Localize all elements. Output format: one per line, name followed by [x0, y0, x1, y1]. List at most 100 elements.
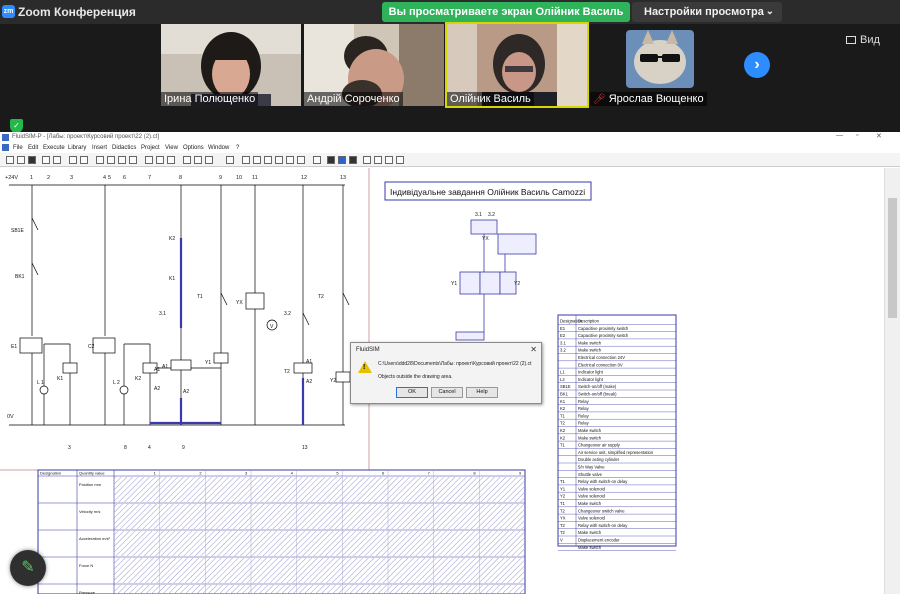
- zoom-window-icon[interactable]: [275, 156, 283, 164]
- print-icon[interactable]: [53, 156, 61, 164]
- parts-cell-description: Make switch: [578, 545, 602, 550]
- copy-icon[interactable]: [107, 156, 115, 164]
- new-icon[interactable]: [6, 156, 14, 164]
- cut-icon[interactable]: [96, 156, 104, 164]
- menu-project[interactable]: Project: [141, 145, 160, 151]
- menu-insert[interactable]: Insert: [92, 145, 107, 151]
- scrollbar-thumb[interactable]: [888, 198, 897, 318]
- align-top-icon[interactable]: [183, 156, 191, 164]
- parts-cell-designation: T1: [560, 479, 566, 484]
- zoom-fit-icon[interactable]: [264, 156, 272, 164]
- parts-cell-description: Relay: [578, 421, 590, 426]
- participant-tile[interactable]: Ірина Полющенко: [161, 24, 301, 106]
- menu-execute[interactable]: Execute: [43, 145, 65, 151]
- parts-cell-description: Make switch: [578, 348, 602, 353]
- active-wire-highlight: [150, 238, 305, 425]
- svg-text:L 1: L 1: [37, 380, 44, 386]
- paste-icon[interactable]: [118, 156, 126, 164]
- redo-icon[interactable]: [80, 156, 88, 164]
- menu-options[interactable]: Options: [183, 145, 204, 151]
- print-preview-icon[interactable]: [42, 156, 50, 164]
- parts-cell-designation: T1: [560, 443, 566, 448]
- parts-cell-description: Relay: [578, 399, 590, 404]
- assignment-title: Індивідуальне завдання Олійник Василь Ca…: [390, 187, 585, 197]
- ok-button[interactable]: OK: [396, 387, 428, 398]
- view-settings-button[interactable]: Настройки просмотра ⌄: [632, 2, 782, 22]
- stop-icon[interactable]: [327, 156, 335, 164]
- gallery-grid-icon: [846, 36, 856, 45]
- menu-help[interactable]: ?: [236, 145, 239, 151]
- align-left-icon[interactable]: [145, 156, 153, 164]
- zoom-previous-icon[interactable]: [286, 156, 294, 164]
- state-table-plot-area: [114, 477, 524, 502]
- security-shield-icon[interactable]: ✓: [10, 119, 23, 133]
- parts-cell-designation: T1: [560, 501, 566, 506]
- parts-cell-description: Changeover switch valve: [578, 508, 625, 513]
- state-table-row-label: Position mm: [79, 482, 102, 487]
- parts-cell-description: Indicator light: [578, 377, 604, 382]
- menu-edit[interactable]: Edit: [28, 145, 38, 151]
- menu-view[interactable]: View: [165, 145, 178, 151]
- play-icon[interactable]: [338, 156, 346, 164]
- step-end-icon[interactable]: [396, 156, 404, 164]
- state-table-row-label: Acceleration m/s²: [79, 536, 111, 541]
- vertical-scrollbar[interactable]: [884, 168, 900, 594]
- step-back-icon[interactable]: [374, 156, 382, 164]
- parts-cell-description: Relay: [578, 406, 590, 411]
- column-number: 10: [236, 175, 242, 181]
- svg-text:A1: A1: [162, 364, 168, 370]
- parts-cell-designation: L1: [560, 370, 565, 375]
- zoom-in-icon[interactable]: [242, 156, 250, 164]
- pencil-icon[interactable]: ✎: [10, 550, 46, 586]
- save-icon[interactable]: [28, 156, 36, 164]
- align-right-icon[interactable]: [167, 156, 175, 164]
- parts-cell-designation: E2: [560, 333, 566, 338]
- state-table-header: Designation: [40, 471, 61, 476]
- menu-library[interactable]: Library: [68, 145, 86, 151]
- grid-icon[interactable]: [226, 156, 234, 164]
- open-icon[interactable]: [17, 156, 25, 164]
- next-arrow-icon[interactable]: ›: [744, 52, 770, 78]
- menu-didactics[interactable]: Didactics: [112, 145, 136, 151]
- menu-file[interactable]: File: [13, 145, 23, 151]
- pause-icon[interactable]: [349, 156, 357, 164]
- maximize-icon[interactable]: ▫: [856, 132, 858, 139]
- column-number: 8: [179, 175, 182, 181]
- svg-text:3.1: 3.1: [475, 212, 482, 218]
- participant-tile[interactable]: Андрій Сороченко: [304, 24, 444, 106]
- parts-cell-description: Relay: [578, 413, 590, 418]
- close-icon[interactable]: ✕: [876, 132, 882, 140]
- cancel-button[interactable]: Cancel: [431, 387, 463, 398]
- delete-icon[interactable]: [129, 156, 137, 164]
- parts-cell-designation: T2: [560, 530, 566, 535]
- svg-text:Y2: Y2: [514, 281, 520, 287]
- zoom-out-icon[interactable]: [253, 156, 261, 164]
- align-center-icon[interactable]: [156, 156, 164, 164]
- objects-outside-dialog: FluidSIM ✕ ! C:\Users\ddd28\Documents\Ла…: [350, 342, 542, 404]
- align-middle-icon[interactable]: [194, 156, 202, 164]
- svg-text:T2: T2: [284, 369, 290, 375]
- svg-text:L 2: L 2: [113, 380, 120, 386]
- parts-cell-description: Indicator light: [578, 370, 604, 375]
- parts-list-table: DesignationDescriptionE1 Capacitive proxi…: [557, 314, 677, 551]
- align-bottom-icon[interactable]: [205, 156, 213, 164]
- column-number: 12: [301, 175, 307, 181]
- minimize-icon[interactable]: —: [836, 132, 843, 139]
- reset-icon[interactable]: [363, 156, 371, 164]
- mic-muted-icon: 🎤︎: [593, 94, 606, 105]
- dialog-close-icon[interactable]: ✕: [530, 345, 537, 354]
- participant-tile-active[interactable]: Олійник Василь: [445, 22, 589, 108]
- undo-icon[interactable]: [69, 156, 77, 164]
- step-forward-icon[interactable]: [385, 156, 393, 164]
- participant-name: Олійник Василь: [447, 92, 534, 106]
- gallery-view-button[interactable]: Вид: [846, 34, 880, 46]
- parts-cell-description: Switch-on/off (break): [578, 392, 617, 397]
- participant-tile[interactable]: 🎤︎ Ярослав Вющенко: [590, 24, 730, 106]
- zoom-all-icon[interactable]: [297, 156, 305, 164]
- screen: zm Zoom Конференция Вы просматриваете эк…: [0, 0, 900, 594]
- check-drawing-icon[interactable]: [313, 156, 321, 164]
- column-number: 4: [103, 175, 106, 181]
- help-button[interactable]: Help: [466, 387, 498, 398]
- menu-window[interactable]: Window: [208, 145, 229, 151]
- gallery-view-label: Вид: [860, 34, 880, 46]
